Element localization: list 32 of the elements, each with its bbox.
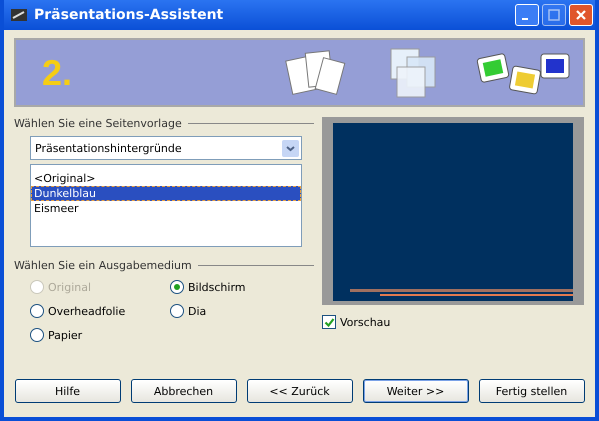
minimize-icon [522, 18, 528, 20]
dialog-button[interactable]: Hilfe [14, 379, 120, 403]
checkbox[interactable] [322, 315, 336, 329]
list-item[interactable]: Eismeer [31, 201, 301, 216]
list-item[interactable]: Dunkelblau [31, 186, 301, 201]
group-heading: Wählen Sie ein Ausgabemedium [14, 259, 192, 272]
radio-label: Overheadfolie [48, 304, 126, 318]
dialog-button[interactable]: Abbrechen [130, 379, 236, 403]
checkbox-label: Vorschau [340, 316, 390, 328]
template-dropdown[interactable]: Präsentationshintergründe [30, 136, 302, 160]
close-icon [575, 9, 587, 21]
radio-button[interactable] [170, 304, 184, 318]
list-item[interactable]: <Original> [31, 171, 301, 186]
dialog-button[interactable]: Weiter >> [362, 379, 468, 403]
close-button[interactable] [569, 4, 593, 26]
app-icon [10, 7, 28, 23]
checkmark-icon [324, 316, 334, 328]
radio-button[interactable] [30, 304, 44, 318]
radio-label: Original [48, 280, 92, 294]
radio-button[interactable] [30, 328, 44, 342]
group-heading: Wählen Sie eine Seitenvorlage [14, 117, 182, 130]
dialog-button[interactable]: << Zurück [246, 379, 352, 403]
step-number: 2. [42, 52, 72, 94]
radio-label: Papier [48, 328, 82, 342]
maximize-button[interactable] [542, 4, 566, 26]
radio-label: Bildschirm [188, 280, 246, 294]
maximize-icon [548, 9, 560, 21]
dialog-button[interactable]: Fertig stellen [478, 379, 584, 403]
minimize-button[interactable] [515, 4, 539, 26]
window-title: Präsentations-Assistent [34, 7, 224, 23]
radio-label: Dia [188, 304, 206, 318]
radio-button[interactable] [170, 280, 184, 294]
